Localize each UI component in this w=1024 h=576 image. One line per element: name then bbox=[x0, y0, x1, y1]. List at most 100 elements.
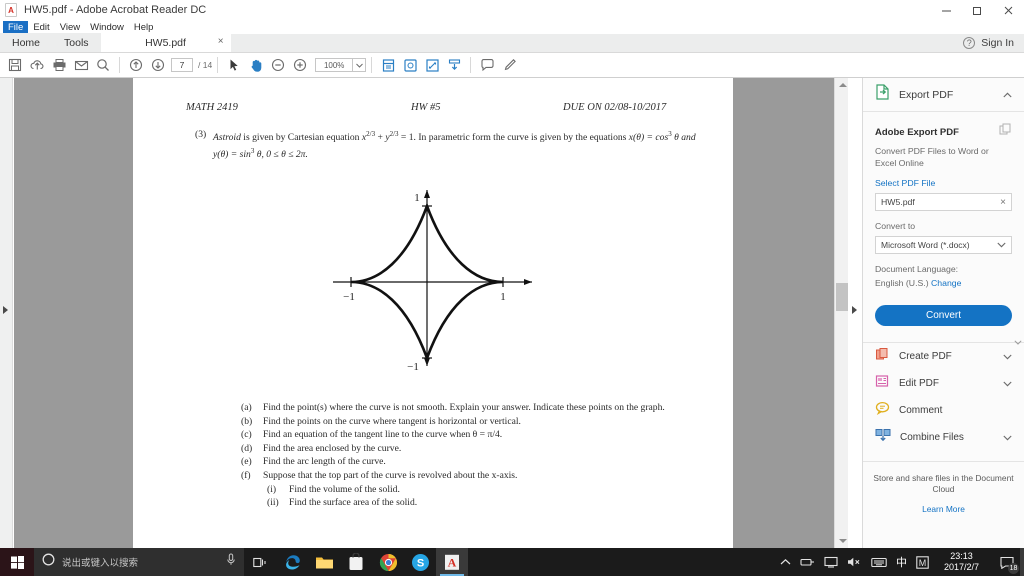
convert-button[interactable]: Convert bbox=[875, 305, 1012, 326]
change-language-link[interactable]: Change bbox=[931, 278, 961, 288]
comment-icon bbox=[875, 401, 890, 420]
vertical-scrollbar[interactable] bbox=[834, 78, 848, 548]
selected-file-field[interactable]: HW5.pdf × bbox=[875, 193, 1012, 211]
email-icon[interactable] bbox=[70, 54, 92, 76]
search-icon[interactable] bbox=[92, 54, 114, 76]
left-navigation-rail[interactable] bbox=[0, 78, 13, 548]
zoom-level-input[interactable]: 100% bbox=[315, 58, 354, 72]
tab-home[interactable]: Home bbox=[0, 33, 53, 52]
upload-cloud-icon[interactable] bbox=[26, 54, 48, 76]
menu-edit[interactable]: Edit bbox=[28, 21, 54, 34]
sidebar-item-create-pdf[interactable]: Create PDF bbox=[863, 343, 1024, 370]
task-view-icon[interactable] bbox=[244, 548, 276, 576]
clock[interactable]: 23:13 2017/2/7 bbox=[938, 551, 985, 573]
export-pdf-panel-header[interactable]: Export PDF bbox=[863, 78, 1024, 112]
toolbar-divider bbox=[217, 57, 219, 73]
search-placeholder: 说出或键入以搜索 bbox=[62, 558, 139, 569]
equation-ytheta: y(θ) = sin bbox=[213, 148, 251, 160]
show-desktop-button[interactable] bbox=[1020, 548, 1024, 576]
close-icon[interactable] bbox=[993, 0, 1024, 20]
learn-more-link[interactable]: Learn More bbox=[863, 504, 1024, 514]
menu-view[interactable]: View bbox=[55, 21, 85, 34]
fullscreen-icon[interactable] bbox=[421, 54, 443, 76]
show-hidden-icons-chevron[interactable] bbox=[780, 558, 791, 566]
windows-start-icon[interactable] bbox=[0, 548, 34, 576]
comment-bubble-icon[interactable] bbox=[476, 54, 498, 76]
minimize-icon[interactable] bbox=[931, 0, 962, 20]
tools-sidebar: Export PDF Adobe Export PDF Convert PDF … bbox=[862, 78, 1024, 548]
zoom-in-icon[interactable] bbox=[289, 54, 311, 76]
subproblem-label: (i) bbox=[267, 483, 277, 495]
chrome-icon[interactable] bbox=[372, 548, 404, 576]
list-item: (i) Find the volume of the solid. bbox=[241, 483, 711, 497]
volume-muted-icon[interactable] bbox=[847, 556, 862, 568]
subproblem-label: (e) bbox=[241, 456, 252, 468]
sidebar-item-combine-files[interactable]: Combine Files bbox=[863, 424, 1024, 451]
chevron-down-icon[interactable] bbox=[1003, 433, 1012, 443]
rotate-page-icon[interactable] bbox=[399, 54, 421, 76]
next-page-icon[interactable] bbox=[147, 54, 169, 76]
file-explorer-icon[interactable] bbox=[308, 548, 340, 576]
chevron-down-icon[interactable] bbox=[1003, 352, 1012, 362]
problem-number: (3) bbox=[195, 129, 207, 140]
network-adapter-icon[interactable] bbox=[800, 556, 815, 568]
svg-text:A: A bbox=[448, 555, 457, 569]
edge-icon[interactable] bbox=[276, 548, 308, 576]
subproblem-label: (c) bbox=[241, 429, 252, 441]
scroll-down-arrow-icon[interactable] bbox=[839, 539, 847, 543]
sidebar-item-edit-pdf[interactable]: Edit PDF bbox=[863, 370, 1024, 397]
zoom-out-icon[interactable] bbox=[267, 54, 289, 76]
equation-y-exponent: 2/3 bbox=[389, 130, 399, 138]
document-viewport[interactable]: MATH 2419 HW #5 DUE ON 02/08-10/2017 (3)… bbox=[14, 78, 848, 548]
microphone-icon[interactable] bbox=[226, 553, 236, 571]
course-label: MATH 2419 bbox=[186, 102, 238, 113]
sign-in-button[interactable]: Sign In bbox=[981, 37, 1014, 49]
menu-help[interactable]: Help bbox=[129, 21, 159, 34]
print-icon[interactable] bbox=[48, 54, 70, 76]
store-icon[interactable] bbox=[340, 548, 372, 576]
chevron-down-icon[interactable] bbox=[353, 58, 367, 72]
select-cursor-icon[interactable] bbox=[223, 54, 245, 76]
display-icon[interactable] bbox=[824, 556, 838, 568]
svg-text:S: S bbox=[416, 557, 423, 569]
copy-icon[interactable] bbox=[999, 123, 1012, 141]
panel-title: Adobe Export PDF bbox=[875, 126, 959, 138]
tab-document-hw5[interactable]: HW5.pdf × bbox=[100, 33, 231, 52]
ime-chinese-icon[interactable]: 中 bbox=[896, 554, 907, 570]
highlight-pen-icon[interactable] bbox=[498, 54, 520, 76]
scroll-mode-icon[interactable] bbox=[443, 54, 465, 76]
save-icon[interactable] bbox=[4, 54, 26, 76]
action-center-icon[interactable]: 18 bbox=[994, 548, 1020, 576]
menu-window[interactable]: Window bbox=[85, 21, 129, 34]
sidebar-item-comment[interactable]: Comment bbox=[863, 397, 1024, 424]
close-icon[interactable]: × bbox=[1000, 197, 1006, 208]
collapse-tools-chevron-icon[interactable] bbox=[1014, 338, 1022, 347]
close-icon[interactable]: × bbox=[218, 36, 224, 48]
subproblem-text: Find the point(s) where the curve is not… bbox=[263, 402, 665, 413]
svg-text:M: M bbox=[919, 558, 927, 568]
chevron-up-icon[interactable] bbox=[1003, 90, 1012, 100]
expand-right-panel-arrow-icon[interactable] bbox=[852, 306, 857, 314]
expand-left-panel-arrow-icon[interactable] bbox=[3, 306, 8, 314]
chevron-down-icon[interactable] bbox=[997, 241, 1006, 250]
restore-icon[interactable] bbox=[962, 0, 993, 20]
help-icon[interactable]: ? bbox=[963, 36, 976, 49]
equation-theta-and: θ and bbox=[671, 132, 696, 144]
fit-page-icon[interactable] bbox=[377, 54, 399, 76]
onenote-icon[interactable]: M bbox=[916, 555, 929, 569]
acrobat-reader-icon[interactable]: A bbox=[436, 548, 468, 576]
scrollbar-thumb[interactable] bbox=[836, 283, 848, 311]
search-input[interactable]: 说出或键入以搜索 bbox=[34, 548, 244, 576]
convert-to-select[interactable]: Microsoft Word (*.docx) bbox=[875, 236, 1012, 254]
menu-file[interactable]: File bbox=[3, 20, 29, 34]
select-pdf-file-link[interactable]: Select PDF File bbox=[875, 178, 1012, 188]
scroll-up-arrow-icon[interactable] bbox=[839, 83, 847, 87]
skype-icon[interactable]: S bbox=[404, 548, 436, 576]
hand-tool-icon[interactable] bbox=[245, 54, 267, 76]
previous-page-icon[interactable] bbox=[125, 54, 147, 76]
keyboard-icon[interactable] bbox=[871, 557, 887, 568]
list-item: (f) Suppose that the top part of the cur… bbox=[241, 469, 711, 483]
chevron-down-icon[interactable] bbox=[1003, 379, 1012, 389]
page-number-input[interactable]: 7 bbox=[171, 58, 193, 72]
tab-tools[interactable]: Tools bbox=[52, 33, 101, 52]
